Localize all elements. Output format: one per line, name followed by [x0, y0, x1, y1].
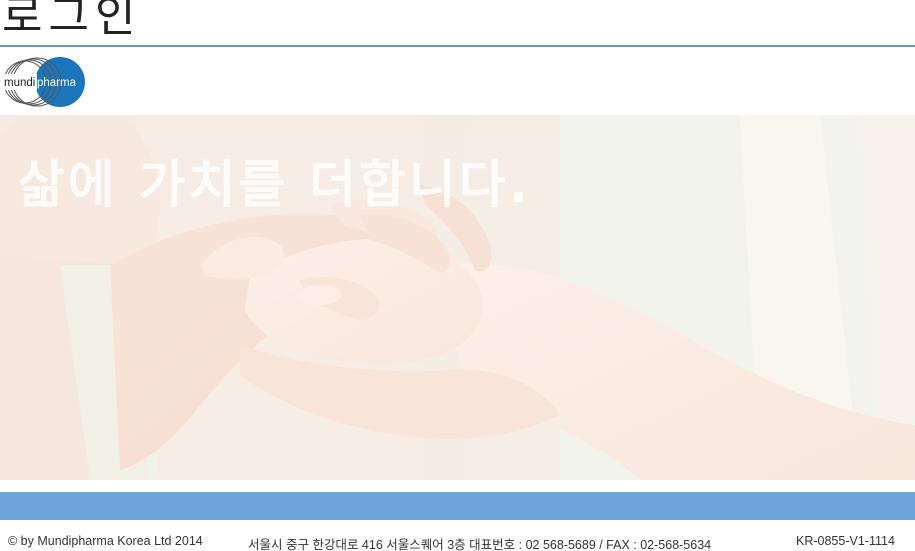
blue-band — [0, 492, 915, 520]
page-title: 로그인 — [2, 0, 142, 42]
footer-address: 서울시 중구 한강대로 416 서울스퀘어 3층 대표번호 : 02 568-5… — [248, 538, 712, 551]
hero-banner: 삶에 가치를 더합니다. — [0, 115, 915, 480]
logo-mark-icon: mundi pharma — [3, 57, 85, 107]
mundipharma-logo: mundi pharma — [3, 56, 85, 108]
logo-text-mundi: mundi — [4, 77, 35, 89]
logo-text-pharma: pharma — [37, 77, 77, 89]
title-divider — [0, 45, 915, 47]
footer-copyright: © by Mundipharma Korea Ltd 2014 — [8, 534, 203, 548]
footer: © by Mundipharma Korea Ltd 2014 서울시 중구 한… — [0, 533, 915, 551]
login-page: 로그인 mundi pharma 삶에 가치를 더합니다. © by Mundi… — [0, 0, 915, 551]
footer-document-code: KR-0855-V1-1114 — [796, 534, 895, 548]
hero-tagline: 삶에 가치를 더합니다. — [18, 156, 532, 215]
